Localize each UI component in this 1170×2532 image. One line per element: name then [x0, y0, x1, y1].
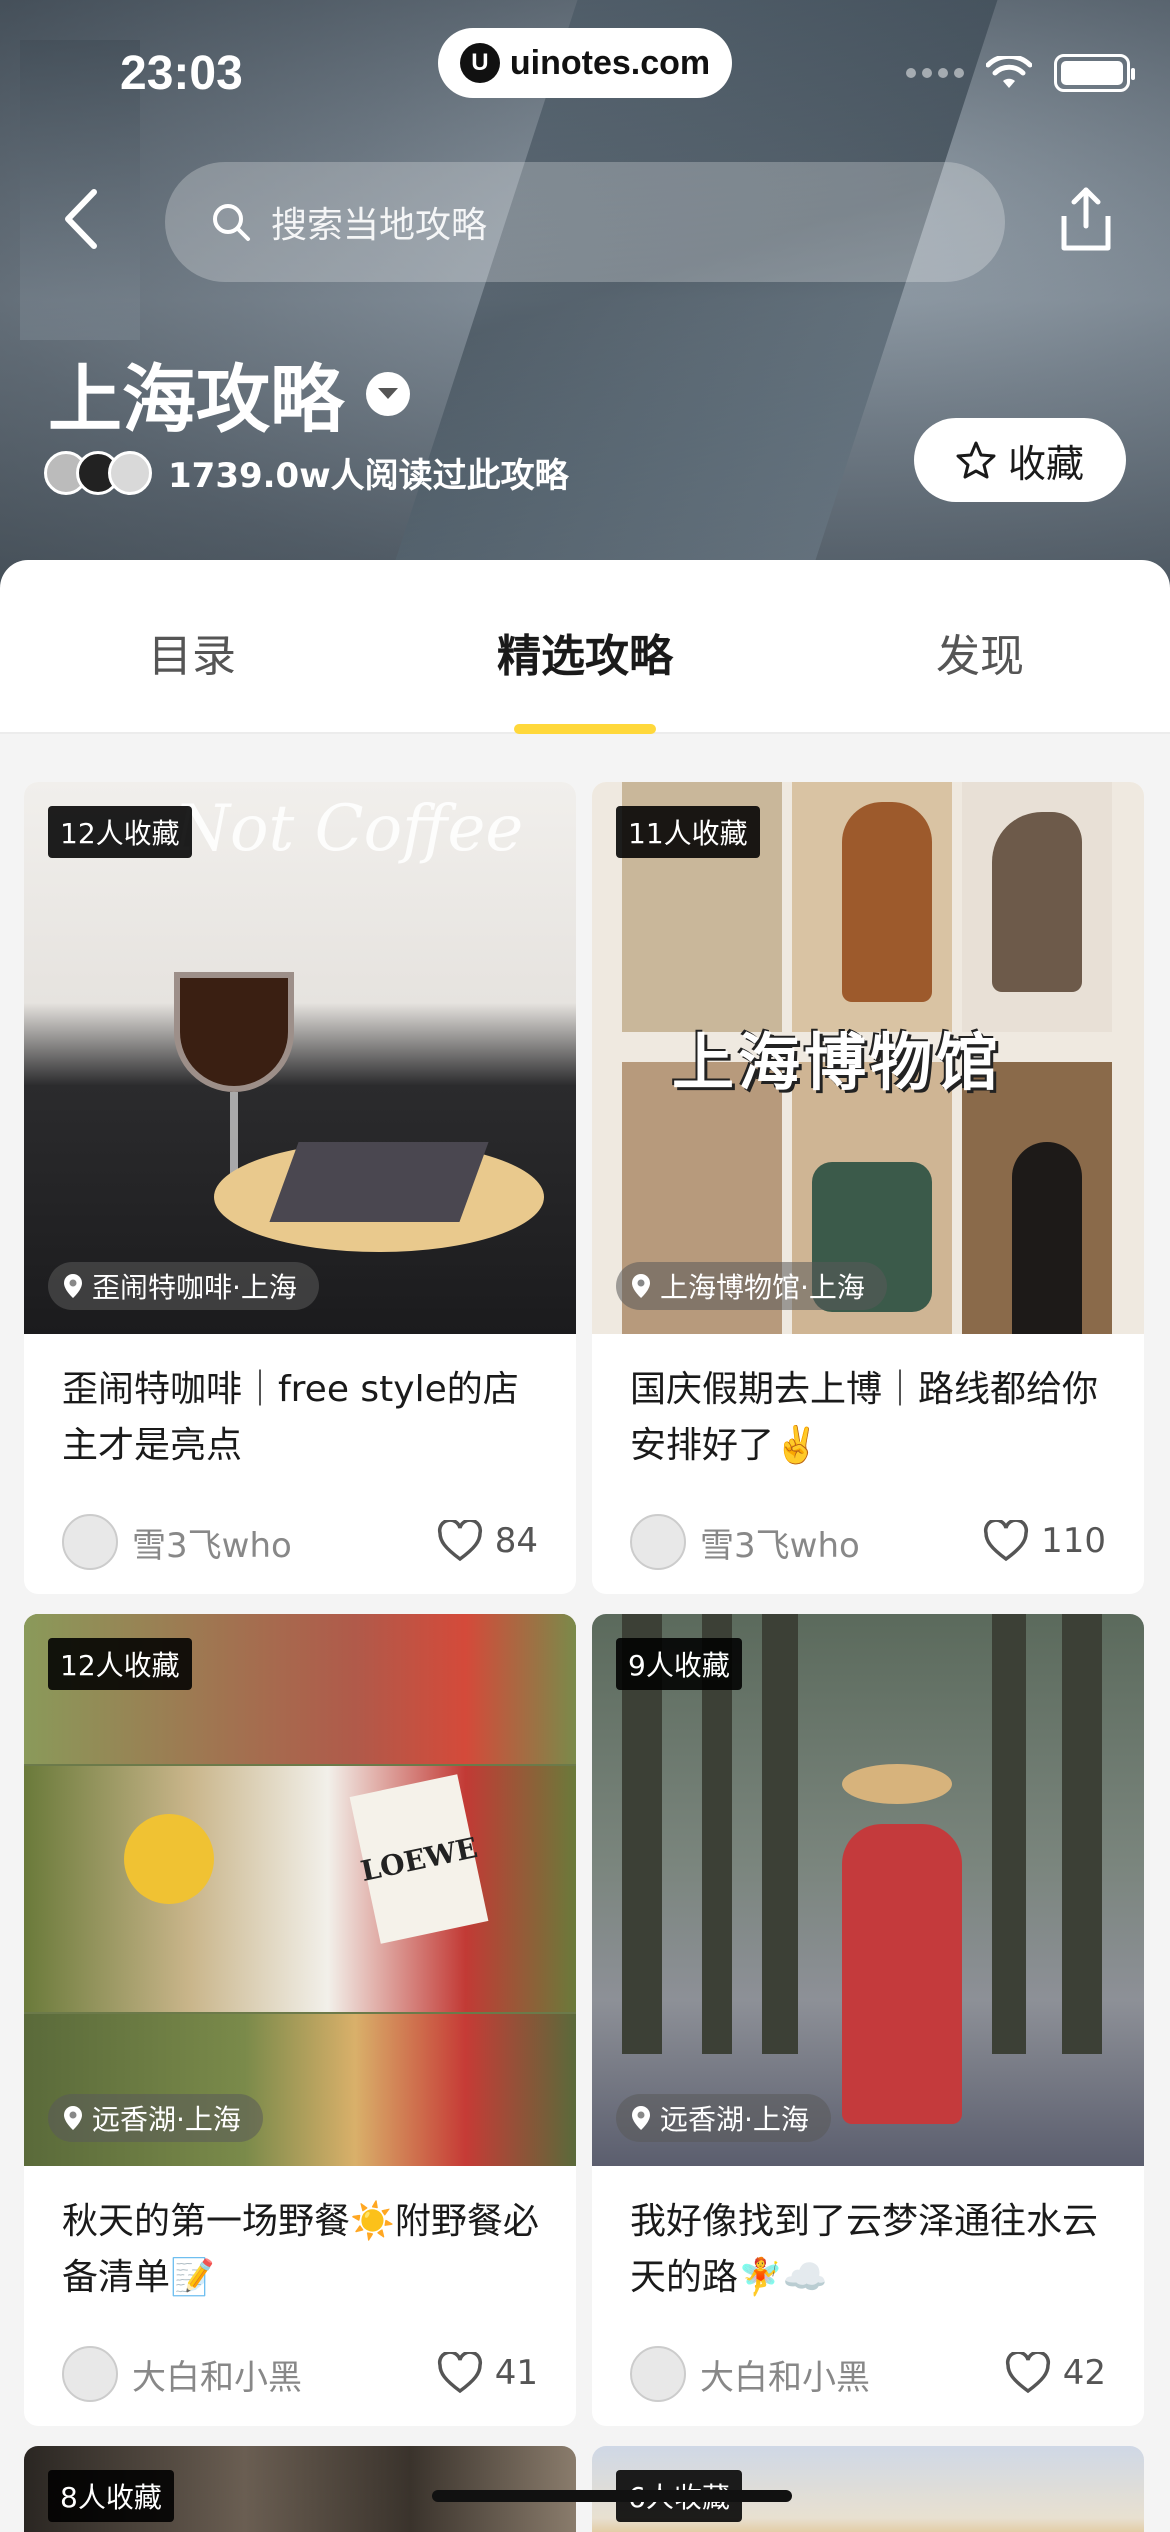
favorite-button[interactable]: 收藏 — [914, 418, 1126, 502]
author[interactable]: 大白和小黑 — [630, 2346, 870, 2402]
tab-featured[interactable]: 精选攻略 — [497, 620, 673, 684]
author-name: 大白和小黑 — [132, 2357, 302, 2398]
list-item[interactable]: 8人收藏 — [24, 2446, 576, 2532]
location-tag[interactable]: 远香湖·上海 — [48, 2094, 263, 2142]
location-pin-icon — [64, 2106, 82, 2130]
uinotes-logo-icon: U — [459, 43, 500, 83]
search-placeholder: 搜索当地攻略 — [271, 205, 488, 246]
card-title: 我好像找到了云梦泽通往水云天的路🧚☁️ — [630, 2201, 1099, 2298]
readers-info: 1739.0w人阅读过此攻略 — [44, 448, 569, 497]
author-name: 雪3飞who — [700, 1525, 860, 1566]
cover-image: 上海博物馆 — [592, 782, 1144, 1334]
card-title: 歪闹特咖啡｜free style的店主才是亮点 — [62, 1369, 519, 1466]
author[interactable]: 雪3飞who — [630, 1514, 860, 1570]
author[interactable]: 雪3飞who — [62, 1514, 292, 1570]
location-text: 远香湖·上海 — [92, 2103, 241, 2136]
list-item[interactable]: 9人收藏 远香湖·上海 我好像找到了云梦泽通往水云天的路🧚☁️ 大白和小黑 42 — [592, 1614, 1144, 2426]
tab-bar: 目录 精选攻略 发现 — [0, 560, 1170, 734]
favorite-count-badge: 12人收藏 — [48, 1638, 192, 1690]
favorite-count-badge: 9人收藏 — [616, 1638, 742, 1690]
like-count: 42 — [1062, 2353, 1106, 2393]
search-input[interactable]: 搜索当地攻略 — [165, 162, 1005, 282]
back-icon[interactable] — [56, 186, 106, 252]
author-name: 雪3飞who — [132, 1525, 292, 1566]
location-text: 歪闹特咖啡·上海 — [92, 1271, 297, 1304]
author-name: 大白和小黑 — [700, 2357, 870, 2398]
avatar — [630, 2346, 686, 2402]
reader-avatars — [44, 450, 152, 495]
tab-catalog[interactable]: 目录 — [148, 620, 236, 684]
list-item[interactable]: 6人收藏 — [592, 2446, 1144, 2532]
location-tag[interactable]: 远香湖·上海 — [616, 2094, 831, 2142]
signal-icon — [906, 68, 964, 78]
favorite-count-badge: 12人收藏 — [48, 806, 192, 858]
readers-count: 1739.0w人阅读过此攻略 — [168, 456, 569, 496]
like-button[interactable]: 41 — [437, 2352, 538, 2394]
tab-discover[interactable]: 发现 — [936, 620, 1024, 684]
star-icon — [956, 441, 996, 479]
list-item[interactable]: 上海博物馆 11人收藏 上海博物馆·上海 国庆假期去上博｜路线都给你安排好了✌️… — [592, 782, 1144, 1594]
heart-icon — [984, 1520, 1029, 1562]
page-title: 上海攻略 — [48, 340, 410, 447]
card-title: 国庆假期去上博｜路线都给你安排好了✌️ — [630, 1369, 1099, 1466]
share-icon[interactable] — [1058, 186, 1114, 252]
location-text: 上海博物馆·上海 — [660, 1271, 865, 1304]
heart-icon — [437, 2352, 482, 2394]
location-pin-icon — [632, 1274, 650, 1298]
like-count: 41 — [494, 2353, 538, 2393]
like-button[interactable]: 84 — [437, 1520, 538, 1562]
heart-icon — [437, 1520, 482, 1562]
home-indicator — [432, 2490, 792, 2502]
heart-icon — [1005, 2352, 1050, 2394]
search-icon — [213, 204, 250, 241]
url-pill: U uinotes.com — [438, 28, 732, 98]
cover-image: Not Coffee — [24, 782, 576, 1334]
like-count: 110 — [1041, 1521, 1106, 1561]
like-button[interactable]: 110 — [983, 1520, 1106, 1562]
favorite-count-badge: 11人收藏 — [616, 806, 760, 858]
card-title: 秋天的第一场野餐☀️附野餐必备清单📝 — [62, 2201, 539, 2298]
location-pin-icon — [632, 2106, 650, 2130]
tab-indicator — [514, 724, 656, 734]
battery-icon — [1054, 54, 1135, 92]
avatar — [62, 2346, 118, 2402]
location-tag[interactable]: 上海博物馆·上海 — [616, 1262, 887, 1310]
cover-image-text: Not Coffee — [174, 792, 524, 866]
cover-image-text: 上海博物馆 — [672, 1026, 1003, 1099]
avatar — [62, 1514, 118, 1570]
url-text: uinotes.com — [509, 43, 711, 82]
cover-image — [592, 1614, 1144, 2166]
like-button[interactable]: 42 — [1005, 2352, 1106, 2394]
wifi-icon — [986, 56, 1032, 88]
favorite-count-badge: 8人收藏 — [48, 2470, 174, 2522]
chevron-down-icon[interactable] — [366, 371, 410, 416]
cover-image: LOEWE — [24, 1614, 576, 2166]
list-item[interactable]: Not Coffee 12人收藏 歪闹特咖啡·上海 歪闹特咖啡｜free sty… — [24, 782, 576, 1594]
status-time: 23:03 — [120, 47, 243, 100]
list-item[interactable]: LOEWE 12人收藏 远香湖·上海 秋天的第一场野餐☀️附野餐必备清单📝 大白… — [24, 1614, 576, 2426]
city-title-text: 上海攻略 — [48, 357, 344, 443]
status-indicators — [906, 54, 1135, 92]
favorite-label: 收藏 — [1007, 441, 1084, 486]
avatar — [108, 450, 152, 495]
author[interactable]: 大白和小黑 — [62, 2346, 302, 2402]
location-tag[interactable]: 歪闹特咖啡·上海 — [48, 1262, 319, 1310]
feed: Not Coffee 12人收藏 歪闹特咖啡·上海 歪闹特咖啡｜free sty… — [0, 734, 1170, 2532]
location-pin-icon — [64, 1274, 82, 1298]
like-count: 84 — [494, 1521, 538, 1561]
location-text: 远香湖·上海 — [660, 2103, 809, 2136]
avatar — [630, 1514, 686, 1570]
